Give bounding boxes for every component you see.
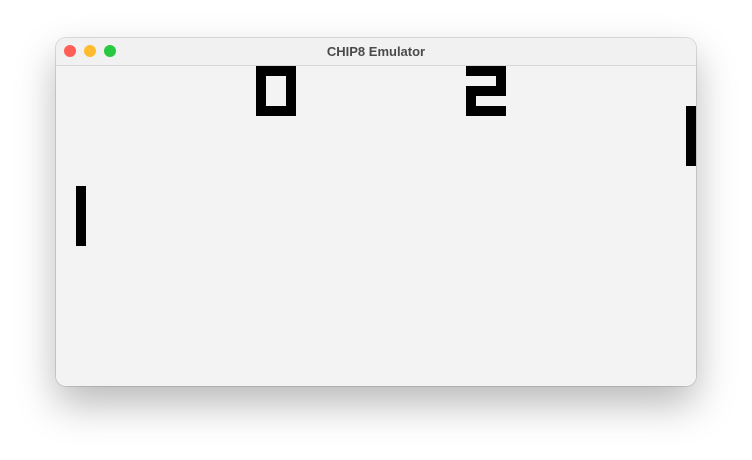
score-pixel [286,106,296,116]
score-pixel [466,86,476,96]
game-display[interactable]: 0 2 [56,66,696,386]
emulator-window: CHIP8 Emulator 0 2 [56,38,696,386]
score-pixel [286,66,296,76]
score-pixel [276,106,286,116]
score-pixel [266,106,276,116]
score-pixel [256,76,266,86]
score-pixel [256,96,266,106]
window-title: CHIP8 Emulator [326,44,426,59]
score-pixel [476,106,486,116]
score-pixel [276,66,286,76]
score-pixel [286,76,296,86]
score-pixel [256,66,266,76]
score-pixel [486,66,496,76]
score-pixel [476,66,486,76]
score-pixel [486,86,496,96]
score-pixel [476,86,486,96]
score-pixel [496,66,506,76]
score-pixel [466,106,476,116]
right-paddle [686,106,696,166]
score-pixel [496,86,506,96]
score-pixel [466,96,476,106]
score-pixel [286,86,296,96]
score-pixel [266,66,276,76]
score-pixel [496,106,506,116]
score-pixel [286,96,296,106]
title-bar[interactable]: CHIP8 Emulator [56,38,696,66]
score-pixel [486,106,496,116]
left-paddle [76,186,86,246]
score-pixel [256,106,266,116]
score-pixel [496,76,506,86]
score-pixel [256,86,266,96]
score-pixel [466,66,476,76]
